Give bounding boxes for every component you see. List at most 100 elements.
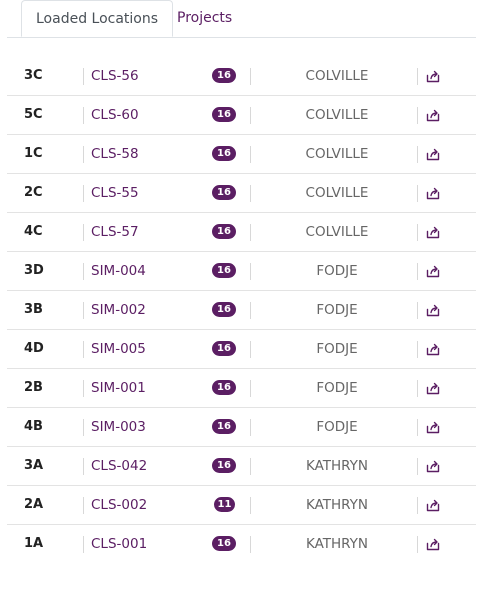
column-divider: [250, 224, 251, 241]
column-divider: [417, 68, 418, 85]
sample-code-link[interactable]: CLS-58: [91, 135, 139, 173]
column-divider: [83, 146, 84, 163]
table-row: 3D SIM-004 16 FODJE: [7, 252, 476, 291]
share-export-icon[interactable]: [425, 419, 441, 435]
column-divider: [83, 497, 84, 514]
table-row: 2C CLS-55 16 COLVILLE: [7, 174, 476, 213]
project-name: KATHRYN: [305, 497, 369, 513]
project-name: KATHRYN: [305, 458, 369, 474]
share-export-icon[interactable]: [425, 263, 441, 279]
column-divider: [417, 341, 418, 358]
sample-code-link[interactable]: SIM-001: [91, 369, 146, 407]
count-badge: 16: [212, 68, 236, 83]
column-divider: [250, 68, 251, 85]
share-export-icon[interactable]: [425, 224, 441, 240]
column-divider: [250, 536, 251, 553]
sample-code-link[interactable]: CLS-55: [91, 174, 139, 212]
count-badge: 16: [212, 536, 236, 551]
location-label: 2B: [24, 380, 43, 395]
column-divider: [250, 146, 251, 163]
column-divider: [250, 341, 251, 358]
share-export-icon[interactable]: [425, 185, 441, 201]
table-row: 4C CLS-57 16 COLVILLE: [7, 213, 476, 252]
column-divider: [83, 341, 84, 358]
table-row: 4B SIM-003 16 FODJE: [7, 408, 476, 447]
sample-code-link[interactable]: SIM-003: [91, 408, 146, 446]
sample-code-link[interactable]: CLS-042: [91, 447, 147, 485]
table-row: 2B SIM-001 16 FODJE: [7, 369, 476, 408]
table-row: 1A CLS-001 16 KATHRYN: [7, 525, 476, 563]
table-row: 5C CLS-60 16 COLVILLE: [7, 96, 476, 135]
table-row: 3A CLS-042 16 KATHRYN: [7, 447, 476, 486]
share-export-icon[interactable]: [425, 458, 441, 474]
table-row: 4D SIM-005 16 FODJE: [7, 330, 476, 369]
location-label: 4D: [24, 341, 44, 356]
project-name: KATHRYN: [305, 536, 369, 552]
column-divider: [250, 302, 251, 319]
column-divider: [417, 185, 418, 202]
tab-bar: Loaded Locations Projects: [7, 0, 476, 38]
project-name: FODJE: [316, 419, 358, 435]
project-name: FODJE: [316, 302, 358, 318]
column-divider: [417, 224, 418, 241]
count-badge: 16: [212, 302, 236, 317]
column-divider: [250, 263, 251, 280]
count-badge: 11: [214, 497, 235, 512]
column-divider: [83, 107, 84, 124]
count-badge: 16: [212, 107, 236, 122]
share-export-icon[interactable]: [425, 497, 441, 513]
sample-code-link[interactable]: CLS-002: [91, 486, 147, 524]
table-row: 3B SIM-002 16 FODJE: [7, 291, 476, 330]
location-label: 3D: [24, 263, 44, 278]
sample-code-link[interactable]: CLS-60: [91, 96, 139, 134]
column-divider: [250, 419, 251, 436]
column-divider: [417, 536, 418, 553]
location-label: 2A: [24, 497, 44, 512]
column-divider: [417, 419, 418, 436]
count-badge: 16: [212, 419, 236, 434]
share-export-icon[interactable]: [425, 536, 441, 552]
share-export-icon[interactable]: [425, 107, 441, 123]
sample-code-link[interactable]: CLS-57: [91, 213, 139, 251]
column-divider: [83, 458, 84, 475]
column-divider: [417, 146, 418, 163]
column-divider: [417, 302, 418, 319]
sample-code-link[interactable]: CLS-001: [91, 525, 147, 563]
location-label: 3B: [24, 302, 43, 317]
tab-projects[interactable]: Projects: [163, 0, 246, 36]
count-badge: 16: [212, 380, 236, 395]
project-name: COLVILLE: [305, 185, 369, 201]
location-label: 1A: [24, 536, 44, 551]
column-divider: [83, 68, 84, 85]
location-label: 3C: [24, 68, 43, 83]
column-divider: [83, 419, 84, 436]
column-divider: [417, 380, 418, 397]
column-divider: [83, 380, 84, 397]
share-export-icon[interactable]: [425, 68, 441, 84]
column-divider: [83, 536, 84, 553]
share-export-icon[interactable]: [425, 380, 441, 396]
sample-code-link[interactable]: SIM-005: [91, 330, 146, 368]
share-export-icon[interactable]: [425, 146, 441, 162]
count-badge: 16: [212, 341, 236, 356]
loaded-locations-table: 3C CLS-56 16 COLVILLE 5C CLS-60 16 COLVILLE 1C CL…: [7, 57, 476, 563]
count-badge: 16: [212, 263, 236, 278]
column-divider: [250, 107, 251, 124]
project-name: COLVILLE: [305, 68, 369, 84]
column-divider: [83, 185, 84, 202]
column-divider: [250, 497, 251, 514]
tab-loaded-locations[interactable]: Loaded Locations: [21, 0, 174, 37]
sample-code-link[interactable]: SIM-002: [91, 291, 146, 329]
column-divider: [417, 263, 418, 280]
share-export-icon[interactable]: [425, 341, 441, 357]
count-badge: 16: [212, 146, 236, 161]
column-divider: [250, 185, 251, 202]
location-label: 1C: [24, 146, 43, 161]
sample-code-link[interactable]: SIM-004: [91, 252, 146, 290]
project-name: COLVILLE: [305, 146, 369, 162]
table-row: 2A CLS-002 11 KATHRYN: [7, 486, 476, 525]
count-badge: 16: [212, 185, 236, 200]
column-divider: [83, 263, 84, 280]
sample-code-link[interactable]: CLS-56: [91, 57, 139, 95]
share-export-icon[interactable]: [425, 302, 441, 318]
